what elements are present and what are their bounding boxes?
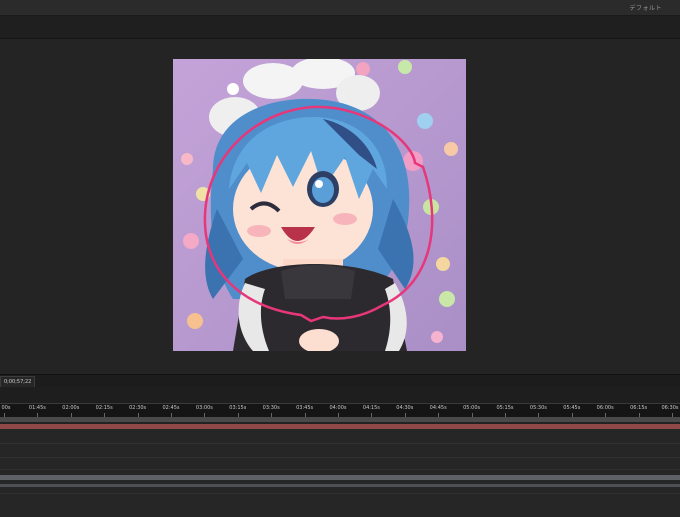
ruler-label: 02:30s xyxy=(129,405,147,411)
ruler-label: 01:45s xyxy=(28,405,46,411)
track-divider xyxy=(0,457,680,458)
ruler-label: 03:15s xyxy=(229,405,247,411)
character-artwork xyxy=(173,59,466,351)
track-divider xyxy=(0,443,680,444)
composition-frame[interactable] xyxy=(173,59,466,351)
ruler-label: 04:30s xyxy=(396,405,414,411)
ruler-label: 02:45s xyxy=(162,405,180,411)
ruler-label: 04:45s xyxy=(429,405,447,411)
ruler-label: 06:00s xyxy=(596,405,614,411)
track-divider xyxy=(0,469,680,470)
ruler-label: 05:45s xyxy=(563,405,581,411)
top-bar: デフォルト xyxy=(0,0,680,16)
ruler-label: 06:15s xyxy=(630,405,648,411)
timeline-tracks[interactable] xyxy=(0,429,680,517)
ruler-label: 02:00s xyxy=(62,405,80,411)
track-divider xyxy=(0,493,680,494)
timeline-header xyxy=(0,387,680,403)
ruler-label: 02:15s xyxy=(95,405,113,411)
composition-panel-header xyxy=(0,16,680,39)
ruler-label: 05:30s xyxy=(529,405,547,411)
ruler-label: 05:00s xyxy=(463,405,481,411)
ruler-label: 00s xyxy=(1,405,11,411)
time-ruler[interactable]: 00s 01:45s 02:00s 02:15s 02:30s 02:45s 03:00s 0… xyxy=(0,403,680,418)
ruler-label: 03:45s xyxy=(296,405,314,411)
viewer-footer: 0;00;57;22 xyxy=(0,374,680,388)
work-area-bar[interactable] xyxy=(0,417,680,422)
ruler-label: 06:30s xyxy=(661,405,679,411)
ruler-label: 03:30s xyxy=(262,405,280,411)
ruler-label: 05:15s xyxy=(496,405,514,411)
workspace-label[interactable]: デフォルト xyxy=(629,3,662,12)
ruler-label: 04:15s xyxy=(362,405,380,411)
layer-bar[interactable] xyxy=(0,484,680,487)
composition-viewer[interactable] xyxy=(0,39,680,374)
layer-bar[interactable] xyxy=(0,475,680,480)
ruler-label: 03:00s xyxy=(195,405,213,411)
ruler-label: 04:00s xyxy=(329,405,347,411)
